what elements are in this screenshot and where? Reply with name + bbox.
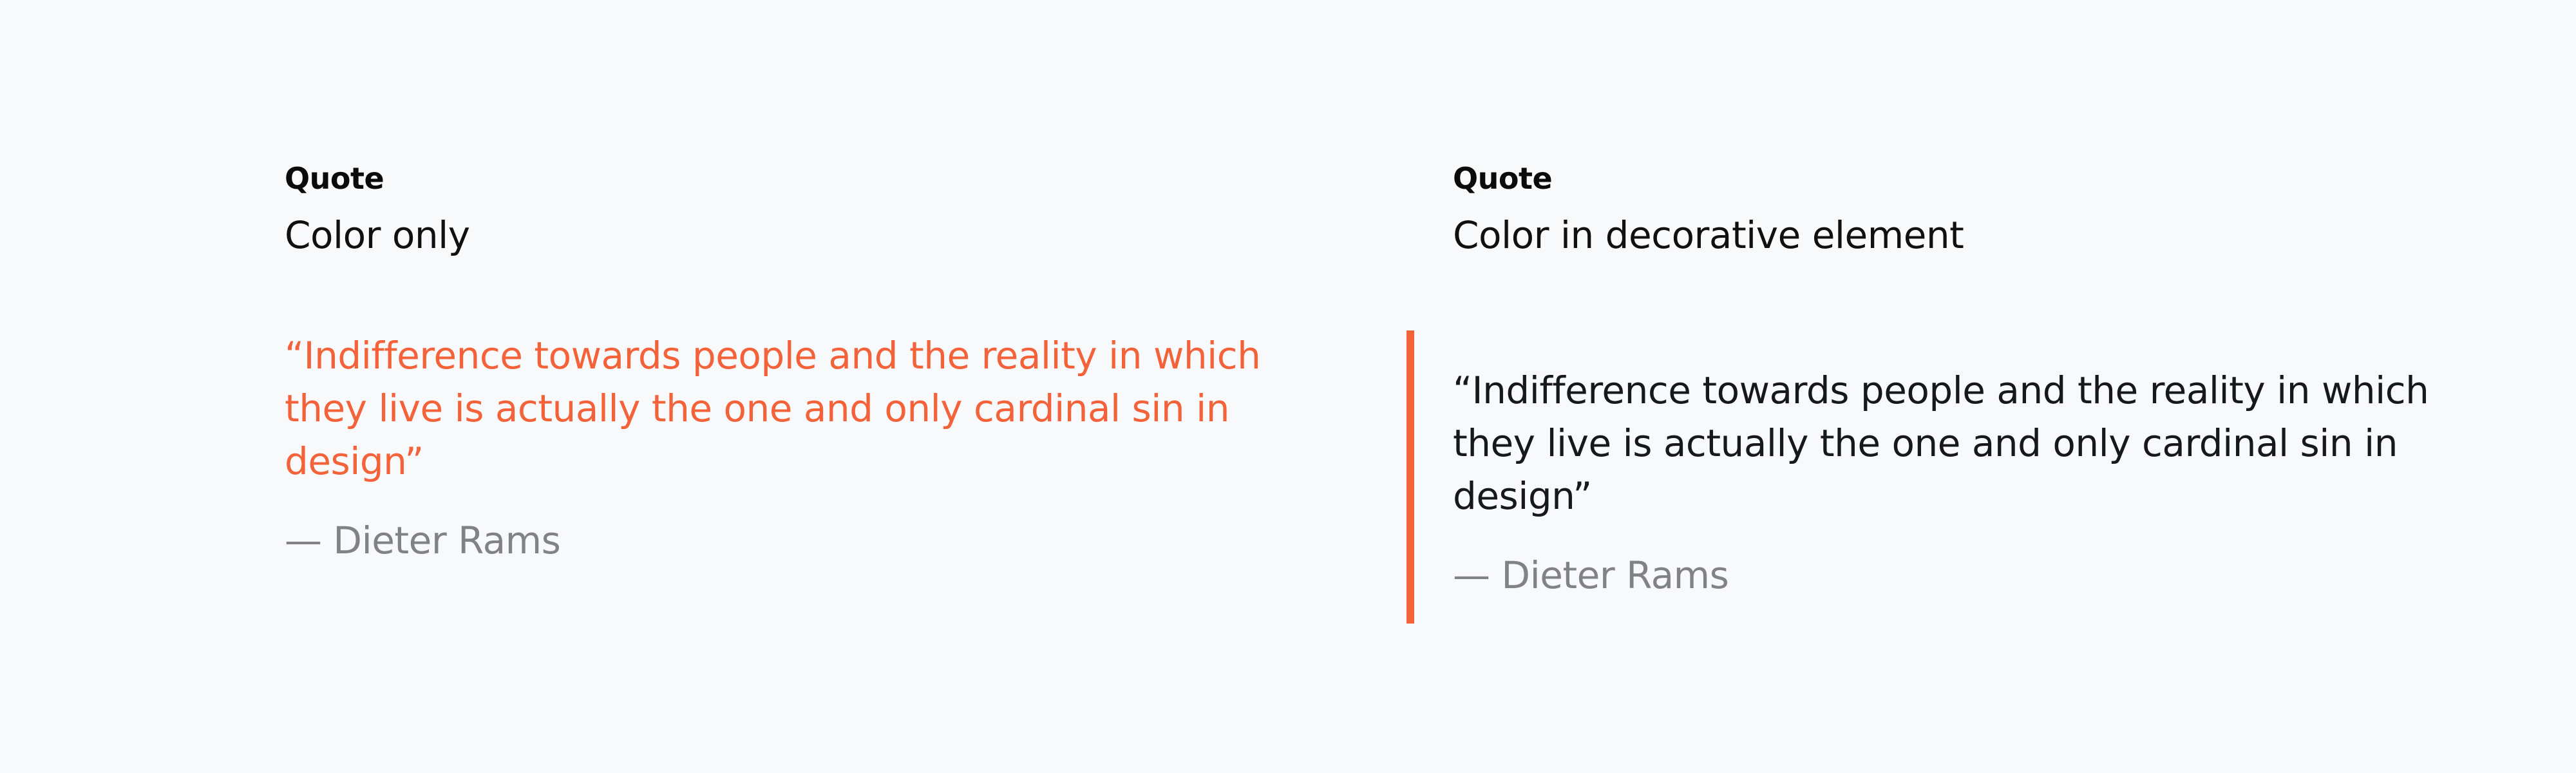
quote-text: “Indifference towards people and the rea… xyxy=(1453,368,2429,518)
blockquote: “Indifference towards people and the rea… xyxy=(1406,330,2429,624)
quote-attribution: — Dieter Rams xyxy=(1453,553,1729,597)
blockquote: “Indifference towards people and the rea… xyxy=(285,329,1261,564)
quote-text: “Indifference towards people and the rea… xyxy=(285,333,1261,483)
example-title: Color in decorative element xyxy=(1453,213,1964,258)
example-eyebrow: Quote xyxy=(285,161,384,196)
example-title: Color only xyxy=(285,213,470,258)
example-eyebrow: Quote xyxy=(1453,161,1553,196)
quote-example-decorative-element: Quote Color in decorative element “Indif… xyxy=(1406,161,2429,624)
quote-attribution: — Dieter Rams xyxy=(285,518,561,562)
accent-bar xyxy=(1406,330,1414,624)
quote-example-color-only: Quote Color only “Indifference towards p… xyxy=(285,161,1261,564)
